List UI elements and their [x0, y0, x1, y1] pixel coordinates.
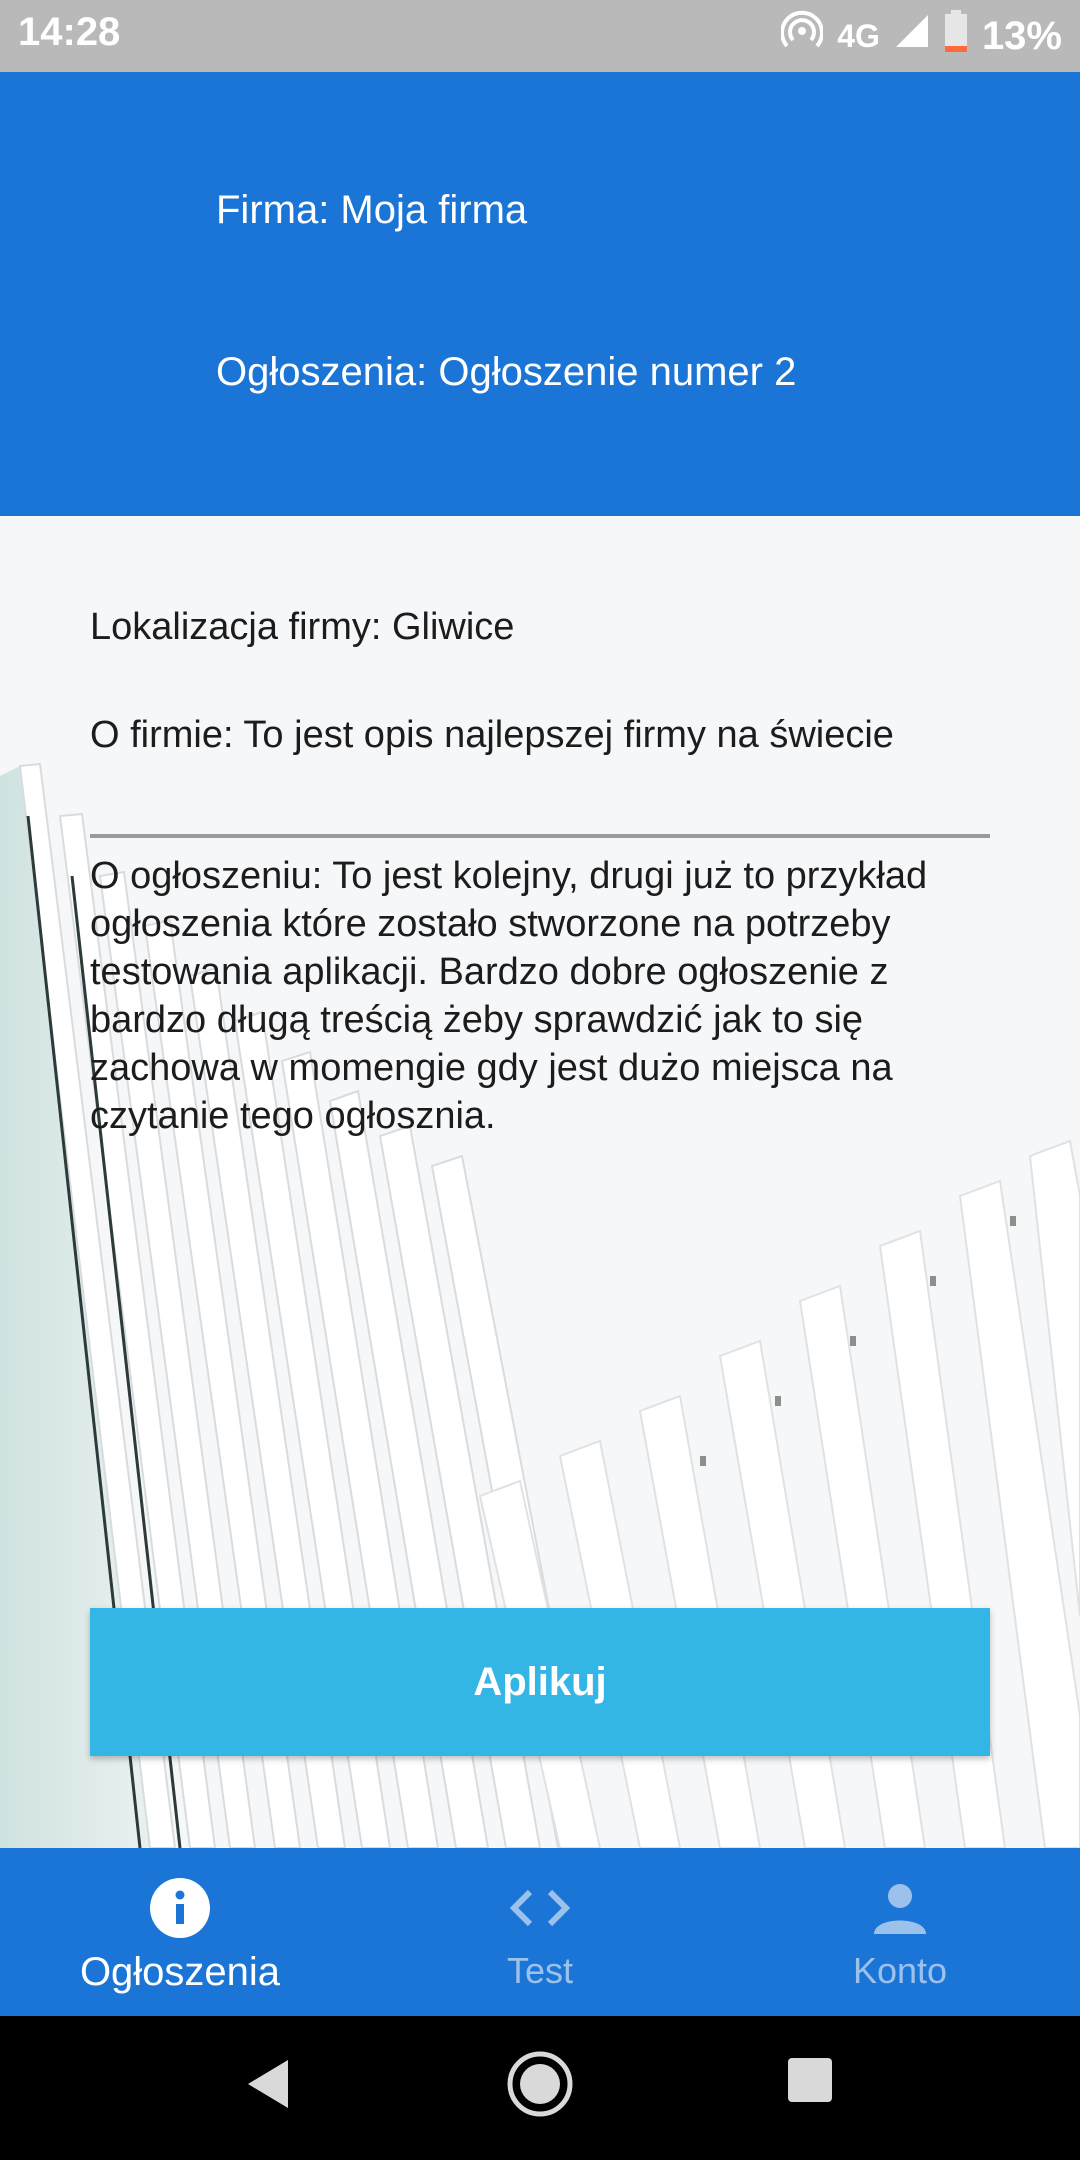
nav-item-konto[interactable]: Konto	[720, 1848, 1080, 2016]
person-icon	[872, 1878, 928, 1938]
company-name: Firma: Moja firma	[216, 188, 528, 232]
ad-details: Lokalizacja firmy: Gliwice O firmie: To …	[0, 516, 1080, 1848]
battery-icon	[944, 10, 968, 62]
status-bar: 14:28 4G 13%	[0, 0, 1080, 72]
signal-icon	[894, 13, 930, 59]
nav-item-test[interactable]: Test	[360, 1848, 720, 2016]
battery-percent: 13%	[981, 13, 1062, 58]
back-icon[interactable]	[244, 2056, 292, 2117]
network-type: 4G	[837, 17, 880, 54]
info-icon	[150, 1878, 210, 1938]
hotspot-icon	[780, 10, 825, 62]
company-about: O firmie: To jest opis najlepszej firmy …	[90, 714, 894, 756]
ad-title: Ogłoszenia: Ogłoszenie numer 2	[216, 350, 797, 394]
status-icons: 4G 13%	[780, 8, 1062, 64]
home-icon[interactable]	[506, 2050, 574, 2123]
nav-label-test: Test	[506, 1950, 574, 1991]
divider	[90, 834, 990, 838]
code-icon	[508, 1878, 572, 1938]
bottom-navigation: Ogłoszenia Test Konto	[0, 1848, 1080, 2016]
nav-item-ogloszenia[interactable]: Ogłoszenia	[0, 1848, 360, 2016]
ad-description: O ogłoszeniu: To jest kolejny, drugi już…	[90, 855, 928, 1137]
nav-label-konto: Konto	[852, 1950, 948, 1991]
recents-icon[interactable]	[786, 2056, 834, 2109]
company-location: Lokalizacja firmy: Gliwice	[90, 606, 515, 648]
apply-button[interactable]: Aplikuj	[90, 1608, 990, 1756]
system-navigation-bar	[0, 2016, 1080, 2160]
header: Firma: Moja firma Ogłoszenia: Ogłoszenie…	[0, 72, 1080, 516]
status-time: 14:28	[18, 10, 121, 54]
nav-label-ogloszenia: Ogłoszenia	[79, 1950, 281, 1994]
